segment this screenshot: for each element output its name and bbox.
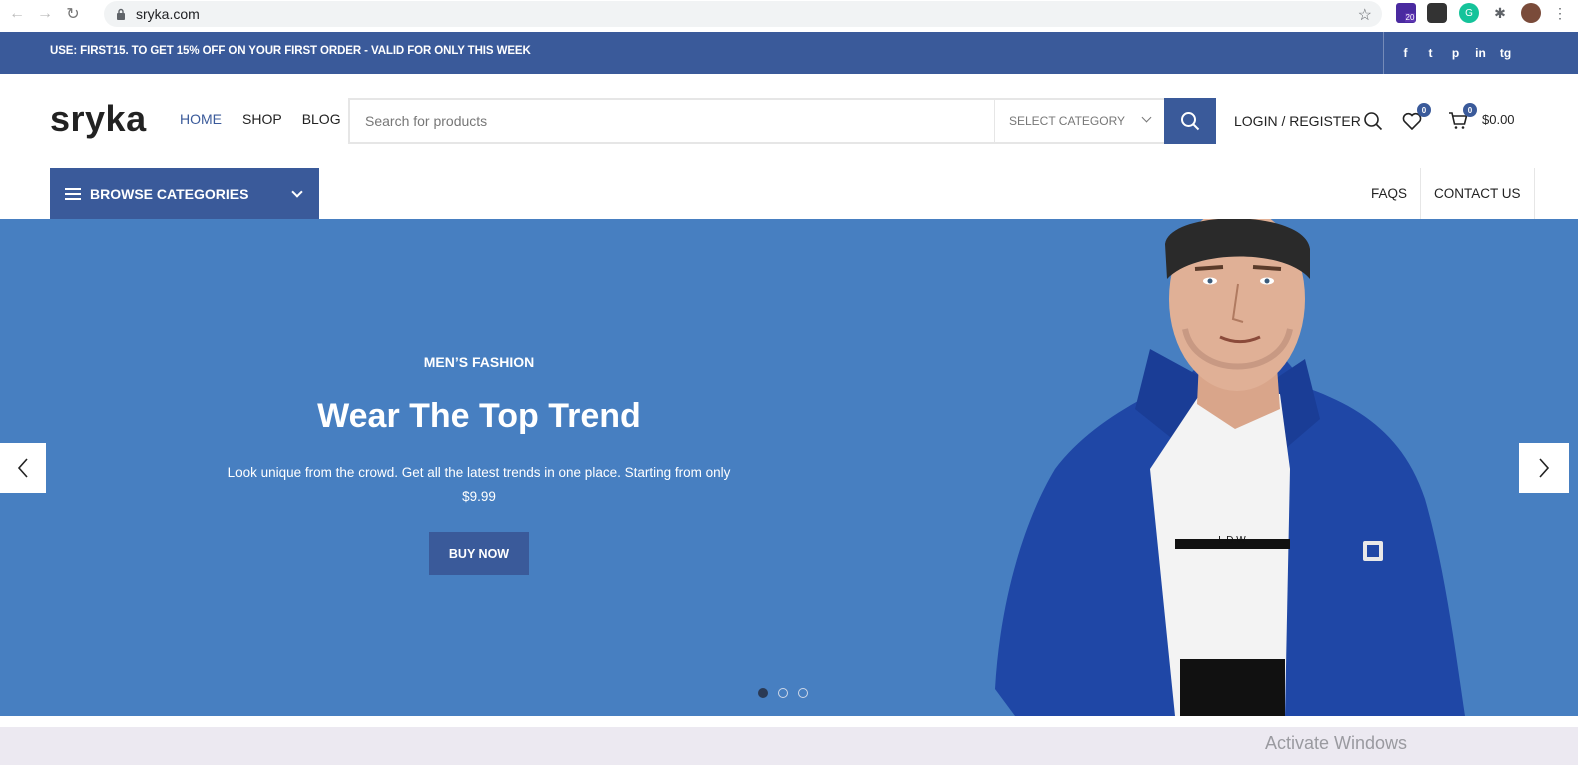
- extension-graduation-icon[interactable]: 20: [1396, 3, 1416, 23]
- browse-categories-button[interactable]: BROWSE CATEGORIES: [50, 168, 319, 219]
- pinterest-icon[interactable]: p: [1448, 46, 1463, 60]
- cart-total[interactable]: $0.00: [1482, 112, 1515, 127]
- slider-dot[interactable]: [798, 688, 808, 698]
- chevron-down-icon: [291, 186, 303, 198]
- chevron-left-icon: [17, 458, 28, 478]
- slider-pagination: [758, 688, 808, 698]
- menu-icon: [65, 187, 81, 200]
- url-text: sryka.com: [136, 6, 200, 22]
- bookmark-star-icon[interactable]: ☆: [1358, 5, 1372, 25]
- hero-model-image: L D W: [995, 219, 1465, 716]
- slider-prev-button[interactable]: [0, 443, 46, 493]
- nav-home[interactable]: HOME: [180, 111, 222, 127]
- extension-badge: 20: [1404, 12, 1416, 22]
- nav-blog[interactable]: BLOG: [302, 111, 341, 127]
- chevron-down-icon: [1141, 112, 1152, 123]
- facebook-icon[interactable]: f: [1398, 46, 1413, 60]
- profile-avatar[interactable]: [1521, 3, 1541, 23]
- slider-dot[interactable]: [778, 688, 788, 698]
- hero-description: Look unique from the crowd. Get all the …: [227, 465, 731, 504]
- search-input[interactable]: [350, 100, 994, 142]
- buy-now-button[interactable]: BUY NOW: [429, 532, 529, 575]
- search-button[interactable]: [1164, 98, 1216, 144]
- twitter-icon[interactable]: t: [1423, 46, 1438, 60]
- slider-dot[interactable]: [758, 688, 768, 698]
- reload-icon[interactable]: ↻: [62, 3, 84, 25]
- extension-copy-icon[interactable]: [1427, 3, 1447, 23]
- browser-menu-icon[interactable]: ⋮: [1550, 3, 1570, 23]
- header-actions: LOGIN / REGISTER: [1234, 107, 1361, 135]
- promo-bar: USE: FIRST15. TO GET 15% OFF ON YOUR FIR…: [0, 32, 1578, 74]
- category-select-label: SELECT CATEGORY: [1009, 114, 1126, 128]
- hero-slider: MEN’S FASHION Wear The Top Trend Look un…: [0, 219, 1578, 716]
- chevron-right-icon: [1539, 458, 1550, 478]
- nav-faqs[interactable]: FAQS: [1358, 168, 1420, 219]
- hero-subtitle: MEN’S FASHION: [423, 354, 535, 370]
- wishlist-count-badge: 0: [1417, 103, 1431, 117]
- logo-text: sryka: [50, 98, 147, 139]
- grammarly-icon[interactable]: G: [1459, 3, 1479, 23]
- product-search: SELECT CATEGORY: [348, 98, 1216, 144]
- main-nav: HOME SHOP BLOG: [180, 111, 341, 127]
- search-icon: [1181, 112, 1200, 131]
- category-select[interactable]: SELECT CATEGORY: [994, 100, 1164, 142]
- social-links: f t p in tg: [1383, 32, 1513, 74]
- browse-categories-label: BROWSE CATEGORIES: [90, 185, 249, 202]
- windows-activation-watermark: Activate Windows: [1265, 733, 1408, 753]
- linkedin-icon[interactable]: in: [1473, 46, 1488, 60]
- login-register-link[interactable]: LOGIN / REGISTER: [1234, 113, 1361, 129]
- lock-icon: [117, 8, 125, 20]
- hero-title: Wear The Top Trend: [317, 397, 641, 435]
- promo-text: USE: FIRST15. TO GET 15% OFF ON YOUR FIR…: [50, 45, 531, 57]
- address-bar[interactable]: sryka.com ☆: [104, 1, 1382, 27]
- slider-next-button[interactable]: [1519, 443, 1569, 493]
- site-logo[interactable]: sryka: [50, 98, 147, 140]
- forward-icon[interactable]: →: [34, 3, 56, 25]
- extensions-puzzle-icon[interactable]: ✱: [1490, 3, 1510, 23]
- shirt-print-text: L D W: [1218, 535, 1246, 546]
- nav-shop[interactable]: SHOP: [242, 111, 282, 127]
- browser-toolbar: ← → ↻ sryka.com ☆ 20 G ✱ ⋮: [0, 0, 1578, 28]
- cart-icon[interactable]: 0: [1447, 103, 1477, 131]
- secondary-nav: FAQS CONTACT US: [1358, 168, 1535, 219]
- telegram-icon[interactable]: tg: [1498, 46, 1513, 60]
- header-search-icon[interactable]: [1362, 110, 1384, 132]
- back-icon[interactable]: ←: [6, 3, 28, 25]
- cart-count-badge: 0: [1463, 103, 1477, 117]
- nav-contact-us[interactable]: CONTACT US: [1420, 168, 1534, 219]
- wishlist-heart-icon[interactable]: 0: [1401, 103, 1431, 131]
